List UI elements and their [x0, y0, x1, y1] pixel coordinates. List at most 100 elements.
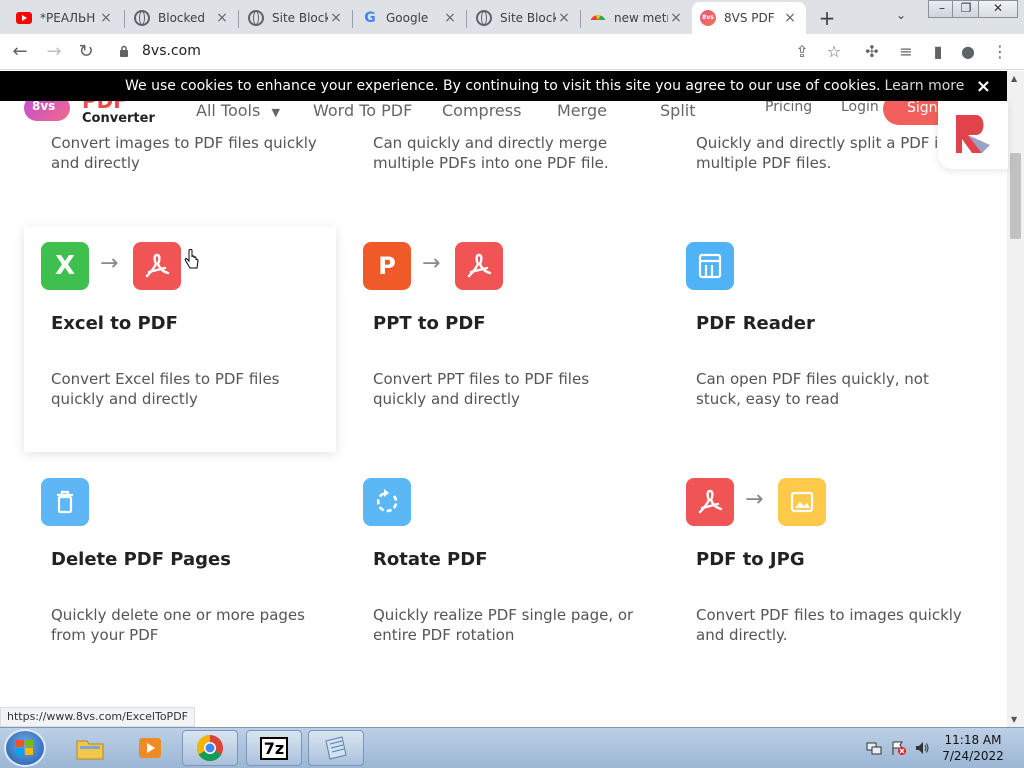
trash-icon: [41, 478, 89, 526]
close-icon[interactable]: ×: [328, 10, 344, 26]
card-description: Quickly and directly split a PDF into mu…: [696, 134, 963, 172]
side-panel-icon[interactable]: ▮: [928, 42, 948, 62]
nav-split[interactable]: Split: [660, 101, 695, 120]
taskbar-media-player[interactable]: [122, 730, 178, 766]
card-pdf-reader[interactable]: PDF Reader Can open PDF files quickly, n…: [669, 227, 981, 452]
lock-icon[interactable]: [119, 45, 129, 57]
card-excel-to-pdf[interactable]: X → Excel to PDF Convert Excel files to …: [24, 227, 336, 452]
tab-title: new metr: [614, 11, 668, 25]
tab-site-block-2[interactable]: Site Block ×: [468, 4, 580, 32]
pdf-icon: [455, 242, 503, 290]
media-queue-icon[interactable]: ≡: [896, 42, 916, 62]
nav-all-tools[interactable]: All Tools ▼: [196, 101, 280, 120]
tab-youtube[interactable]: *РЕАЛЬН ×: [8, 4, 122, 32]
tab-separator: [352, 10, 353, 28]
address-bar[interactable]: 8vs.com: [142, 43, 201, 59]
tab-separator: [580, 10, 581, 28]
tab-separator: [124, 10, 125, 28]
close-icon[interactable]: ×: [442, 10, 458, 26]
new-tab-button[interactable]: +: [816, 6, 838, 30]
windows-logo-icon: [16, 740, 33, 755]
card-pdf-to-jpg[interactable]: → PDF to JPG Convert PDF files to images…: [669, 463, 981, 688]
close-icon[interactable]: ×: [556, 10, 572, 26]
card-ppt-to-pdf[interactable]: P → PPT to PDF Convert PPT files to PDF …: [346, 227, 658, 452]
taskbar-notepad[interactable]: [308, 730, 364, 766]
action-center-flag-icon[interactable]: [890, 740, 906, 756]
page-content: Convert images to PDF files quickly and …: [0, 101, 1007, 727]
cookie-learn-more-link[interactable]: Learn more: [885, 78, 965, 94]
clock-date: 7/24/2022: [942, 749, 1004, 763]
scroll-thumb[interactable]: [1010, 153, 1021, 239]
notepad-icon: [325, 736, 347, 760]
scroll-down-icon[interactable]: ▼: [1011, 715, 1017, 724]
taskbar-explorer[interactable]: [62, 730, 118, 766]
taskbar-chrome[interactable]: [182, 730, 238, 766]
start-button[interactable]: [4, 729, 46, 767]
card-description: Quickly delete one or more pages from yo…: [51, 606, 305, 644]
cookie-text: We use cookies to enhance your experienc…: [125, 78, 881, 94]
browser-toolbar: ← → ↻ 8vs.com ⇪ ☆ ✣ ≡ ▮ ● ⋮: [0, 34, 1024, 70]
clock-time: 11:18 AM: [944, 733, 1002, 747]
media-player-icon: [139, 738, 161, 758]
card-description: Can open PDF files quickly, not stuck, e…: [696, 370, 929, 408]
window-close-button[interactable]: ✕: [978, 0, 1018, 18]
nav-merge[interactable]: Merge: [557, 101, 607, 120]
floating-r-widget[interactable]: [938, 101, 1008, 169]
google-icon: G: [364, 10, 376, 26]
card-delete-pdf-pages[interactable]: Delete PDF Pages Quickly delete one or m…: [24, 463, 336, 688]
menu-kebab-icon[interactable]: ⋮: [990, 42, 1010, 62]
cookie-close-icon[interactable]: ×: [976, 76, 991, 97]
nav-word-to-pdf[interactable]: Word To PDF: [313, 101, 412, 120]
nav-label: All Tools: [196, 101, 261, 120]
card-next-row[interactable]: [346, 698, 658, 727]
folder-icon: [76, 740, 104, 760]
logo-badge-text: 8vs: [32, 101, 56, 113]
globe-icon: [476, 10, 492, 26]
reload-icon[interactable]: ↻: [76, 42, 96, 62]
forward-arrow-icon[interactable]: →: [44, 42, 64, 62]
card-description: Quickly realize PDF single page, or enti…: [373, 606, 634, 644]
tab-8vs-pdf[interactable]: 8vs 8VS PDF ×: [692, 2, 806, 34]
card-rotate-pdf[interactable]: Rotate PDF Quickly realize PDF single pa…: [346, 463, 658, 688]
extensions-puzzle-icon[interactable]: ✣: [862, 42, 882, 62]
card-title: Excel to PDF: [51, 313, 178, 334]
nav-pricing[interactable]: Pricing: [765, 101, 812, 115]
scroll-up-icon[interactable]: ▲: [1011, 74, 1017, 83]
profile-avatar-icon[interactable]: ●: [958, 42, 978, 62]
share-icon[interactable]: ⇪: [792, 42, 812, 62]
maximize-button[interactable]: ❐: [952, 0, 980, 18]
card-title: Delete PDF Pages: [51, 549, 231, 570]
rainbow-icon: [590, 15, 606, 25]
site-logo[interactable]: 8vs: [24, 101, 70, 121]
card-description: Convert images to PDF files quickly and …: [51, 134, 317, 172]
chevron-down-icon: ▼: [271, 106, 280, 119]
close-icon[interactable]: ×: [98, 10, 114, 26]
arrow-right-icon: →: [100, 251, 119, 276]
close-icon[interactable]: ×: [214, 10, 230, 26]
tab-site-block-1[interactable]: Site Block ×: [240, 4, 352, 32]
card-description: Can quickly and directly merge multiple …: [373, 134, 609, 172]
taskbar-7zip[interactable]: 7z: [246, 730, 302, 766]
close-icon[interactable]: ×: [782, 10, 798, 26]
card-description: Convert Excel files to PDF files quickly…: [51, 370, 280, 408]
tab-search-chevron-icon[interactable]: ⌄: [896, 8, 906, 22]
volume-icon[interactable]: [914, 740, 930, 756]
r-logo-icon: [956, 115, 990, 153]
globe-icon: [134, 10, 150, 26]
bookmark-star-icon[interactable]: ☆: [824, 42, 844, 62]
tab-separator: [466, 10, 467, 28]
tab-new-metr[interactable]: new metr ×: [582, 4, 692, 32]
close-icon[interactable]: ×: [668, 10, 684, 26]
back-arrow-icon[interactable]: ←: [10, 42, 30, 62]
nav-compress[interactable]: Compress: [442, 101, 521, 120]
7zip-icon: 7z: [259, 736, 289, 760]
excel-icon: X: [41, 242, 89, 290]
system-clock[interactable]: 11:18 AM 7/24/2022: [940, 732, 1006, 764]
card-next-row[interactable]: [669, 698, 981, 727]
page-scrollbar[interactable]: ▲ ▼: [1007, 71, 1024, 727]
nav-login[interactable]: Login: [841, 101, 879, 115]
network-icon[interactable]: [866, 740, 882, 756]
tab-google[interactable]: G Google ×: [354, 4, 466, 32]
tab-blocked[interactable]: Blocked ×: [126, 4, 238, 32]
tab-title: *РЕАЛЬН: [40, 11, 96, 25]
